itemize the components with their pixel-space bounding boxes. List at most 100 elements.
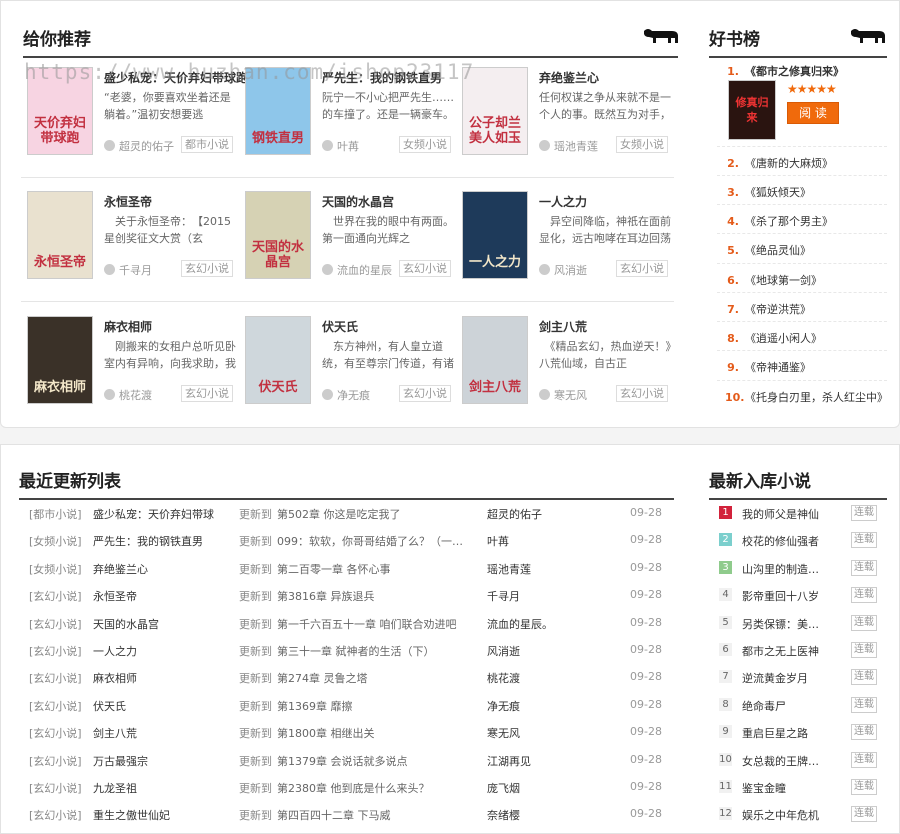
newbook-item[interactable]: 9 重启巨星之路 连载 <box>717 724 887 752</box>
update-category[interactable]: [都市小说] <box>29 506 82 522</box>
newbook-item[interactable]: 8 绝命毒尸 连载 <box>717 696 887 725</box>
update-row[interactable]: [玄幻小说] 九龙圣祖 更新到 第2380章 他到底是什么来头？ 庞飞烟 09-28 <box>29 780 669 807</box>
update-row[interactable]: [女频小说] 严先生：我的钢铁直男 更新到 099：软软，你哥哥结婚了么？（一… 叶苒 0… <box>29 533 669 560</box>
newbook-item[interactable]: 2 校花的修仙强者 连载 <box>717 532 887 560</box>
newbook-title[interactable]: 逆流黄金岁月 <box>742 670 834 686</box>
category-tag[interactable]: 玄幻小说 <box>616 260 668 277</box>
hotlist-item-title[interactable]: 《地球第一剑》 <box>745 274 822 287</box>
hotlist-item[interactable]: 1. 《都市之修真归来》 <box>725 63 844 79</box>
book-title[interactable]: 麻衣相师 <box>104 318 152 335</box>
update-book-title[interactable]: 弃绝鉴兰心 <box>93 561 148 577</box>
newbook-title[interactable]: 都市之无上医神 <box>742 643 834 659</box>
update-row[interactable]: [玄幻小说] 天国的水晶宫 更新到 第一千六百五十一章 咱们联合劝进吧 流血的星辰。 09… <box>29 616 669 643</box>
update-book-title[interactable]: 剑主八荒 <box>93 725 137 741</box>
update-chapter[interactable]: 第502章 你这是吃定我了 <box>277 506 401 522</box>
update-author[interactable]: 净无痕 <box>487 698 520 714</box>
category-tag[interactable]: 玄幻小说 <box>399 260 451 277</box>
update-chapter[interactable]: 第3816章 异族退兵 <box>277 588 375 604</box>
newbook-item[interactable]: 11 鉴宝金瞳 连载 <box>717 779 887 807</box>
book-card[interactable]: 伏天氏 伏天氏 东方神州，有人皇立道统，有至尊宗门传道，有诸 净无痕 玄幻小说 <box>245 316 460 416</box>
newbook-item[interactable]: 3 山沟里的制造… 连载 <box>717 559 887 588</box>
top-book-cover[interactable]: 修真归来 <box>728 80 776 140</box>
update-book-title[interactable]: 严先生：我的钢铁直男 <box>93 533 203 549</box>
hotlist-item-title[interactable]: 《唐新的大麻烦》 <box>745 157 833 170</box>
hotlist-item[interactable]: 5. 《绝品灵仙》 <box>725 242 811 258</box>
update-book-title[interactable]: 一人之力 <box>93 643 137 659</box>
update-author[interactable]: 千寻月 <box>487 588 520 604</box>
book-title[interactable]: 永恒圣帝 <box>104 193 152 210</box>
book-cover[interactable]: 剑主八荒 <box>462 316 528 404</box>
update-chapter[interactable]: 第1369章 靡擦 <box>277 698 353 714</box>
book-card[interactable]: 一人之力 一人之力 异空间降临，神祇在面前显化，远古咆哮在耳边回荡 风消逝 玄幻小说 <box>462 191 677 291</box>
hotlist-item-title[interactable]: 《帝神通鉴》 <box>745 361 811 374</box>
category-tag[interactable]: 玄幻小说 <box>181 260 233 277</box>
update-category[interactable]: [玄幻小说] <box>29 588 82 604</box>
update-chapter[interactable]: 第1800章 相继出关 <box>277 725 375 741</box>
hotlist-item-title[interactable]: 《都市之修真归来》 <box>745 65 844 78</box>
update-author[interactable]: 叶苒 <box>487 533 509 549</box>
update-book-title[interactable]: 盛少私宠：天价弃妇带球 <box>93 506 214 522</box>
hotlist-item[interactable]: 9. 《帝神通鉴》 <box>725 359 811 375</box>
update-chapter[interactable]: 第1379章 会说话就多说点 <box>277 753 408 769</box>
newbook-item[interactable]: 6 都市之无上医神 连载 <box>717 642 887 670</box>
update-chapter[interactable]: 第一千六百五十一章 咱们联合劝进吧 <box>277 616 457 632</box>
newbook-item[interactable]: 1 我的师父是神仙 连载 <box>717 505 887 533</box>
book-card[interactable]: 公子却兰 美人如玉 弃绝鉴兰心 任何权谋之争从来就不是一个人的事。既然互为对手， 瑶池… <box>462 67 677 167</box>
book-card[interactable]: 剑主八荒 剑主八荒 《精品玄幻，热血逆天！》 八荒仙域，自古正 寒无风 玄幻小说 <box>462 316 677 416</box>
category-tag[interactable]: 玄幻小说 <box>616 385 668 402</box>
update-row[interactable]: [玄幻小说] 万古最强宗 更新到 第1379章 会说话就多说点 江湖再见 09-28 <box>29 753 669 780</box>
newbook-title[interactable]: 另类保镖：美… <box>742 616 834 632</box>
update-author[interactable]: 寒无风 <box>487 725 520 741</box>
category-tag[interactable]: 都市小说 <box>181 136 233 153</box>
category-tag[interactable]: 女频小说 <box>616 136 668 153</box>
update-category[interactable]: [女频小说] <box>29 533 82 549</box>
update-chapter[interactable]: 第三十一章 弑神者的生活（下） <box>277 643 435 659</box>
update-author[interactable]: 风消逝 <box>487 643 520 659</box>
update-author[interactable]: 庞飞烟 <box>487 780 520 796</box>
book-cover[interactable]: 麻衣相师 <box>27 316 93 404</box>
book-card[interactable]: 麻衣相师 麻衣相师 刚搬来的女租户总听见卧室内有异响，向我求助，我 桃花渡 玄幻小说 <box>27 316 242 416</box>
book-cover[interactable]: 天国的水晶宫 <box>245 191 311 279</box>
update-author[interactable]: 桃花渡 <box>487 670 520 686</box>
hotlist-item[interactable]: 3. 《狐妖倾天》 <box>725 184 811 200</box>
update-author[interactable]: 超灵的佑子 <box>487 506 542 522</box>
newbook-item[interactable]: 10 女总裁的王牌… 连载 <box>717 751 887 780</box>
category-tag[interactable]: 玄幻小说 <box>181 385 233 402</box>
update-author[interactable]: 江湖再见 <box>487 753 531 769</box>
category-tag[interactable]: 女频小说 <box>399 136 451 153</box>
read-button[interactable]: 阅 读 <box>787 102 839 124</box>
update-category[interactable]: [玄幻小说] <box>29 643 82 659</box>
update-category[interactable]: [玄幻小说] <box>29 616 82 632</box>
update-book-title[interactable]: 万古最强宗 <box>93 753 148 769</box>
newbook-title[interactable]: 影帝重回十八岁 <box>742 588 834 604</box>
update-category[interactable]: [玄幻小说] <box>29 698 82 714</box>
newbook-title[interactable]: 女总裁的王牌… <box>742 753 834 769</box>
book-title[interactable]: 弃绝鉴兰心 <box>539 69 599 86</box>
update-row[interactable]: [玄幻小说] 剑主八荒 更新到 第1800章 相继出关 寒无风 09-28 <box>29 725 669 752</box>
update-row[interactable]: [玄幻小说] 麻衣相师 更新到 第274章 灵鲁之塔 桃花渡 09-28 <box>29 670 669 697</box>
update-row[interactable]: [玄幻小说] 伏天氏 更新到 第1369章 靡擦 净无痕 09-28 <box>29 698 669 725</box>
book-cover[interactable]: 一人之力 <box>462 191 528 279</box>
book-card[interactable]: 永恒圣帝 永恒圣帝 关于永恒圣帝： 【2015星创奖征文大赏（玄 千寻月 玄幻小说 <box>27 191 242 291</box>
update-category[interactable]: [玄幻小说] <box>29 725 82 741</box>
hotlist-item[interactable]: 7. 《帝逆洪荒》 <box>725 301 811 317</box>
update-author[interactable]: 瑶池青莲 <box>487 561 531 577</box>
hotlist-item[interactable]: 2. 《唐新的大麻烦》 <box>725 155 833 171</box>
hotlist-item-title[interactable]: 《绝品灵仙》 <box>745 244 811 257</box>
newbook-title[interactable]: 山沟里的制造… <box>742 561 834 577</box>
update-chapter[interactable]: 099：软软，你哥哥结婚了么？（一… <box>277 533 463 549</box>
newbook-title[interactable]: 鉴宝金瞳 <box>742 780 834 796</box>
newbook-title[interactable]: 绝命毒尸 <box>742 698 834 714</box>
newbook-title[interactable]: 重启巨星之路 <box>742 725 834 741</box>
update-row[interactable]: [女频小说] 弃绝鉴兰心 更新到 第二百零一章 各怀心事 瑶池青莲 09-28 <box>29 561 669 588</box>
hotlist-item-title[interactable]: 《逍遥小闲人》 <box>745 332 822 345</box>
update-chapter[interactable]: 第二百零一章 各怀心事 <box>277 561 391 577</box>
book-cover[interactable]: 伏天氏 <box>245 316 311 404</box>
hotlist-item[interactable]: 4. 《杀了那个男主》 <box>725 213 833 229</box>
book-title[interactable]: 一人之力 <box>539 193 587 210</box>
newbook-item[interactable]: 7 逆流黄金岁月 连载 <box>717 669 887 697</box>
hotlist-item-title[interactable]: 《帝逆洪荒》 <box>745 303 811 316</box>
update-category[interactable]: [玄幻小说] <box>29 753 82 769</box>
update-row[interactable]: [玄幻小说] 一人之力 更新到 第三十一章 弑神者的生活（下） 风消逝 09-28 <box>29 643 669 670</box>
book-title[interactable]: 伏天氏 <box>322 318 358 335</box>
